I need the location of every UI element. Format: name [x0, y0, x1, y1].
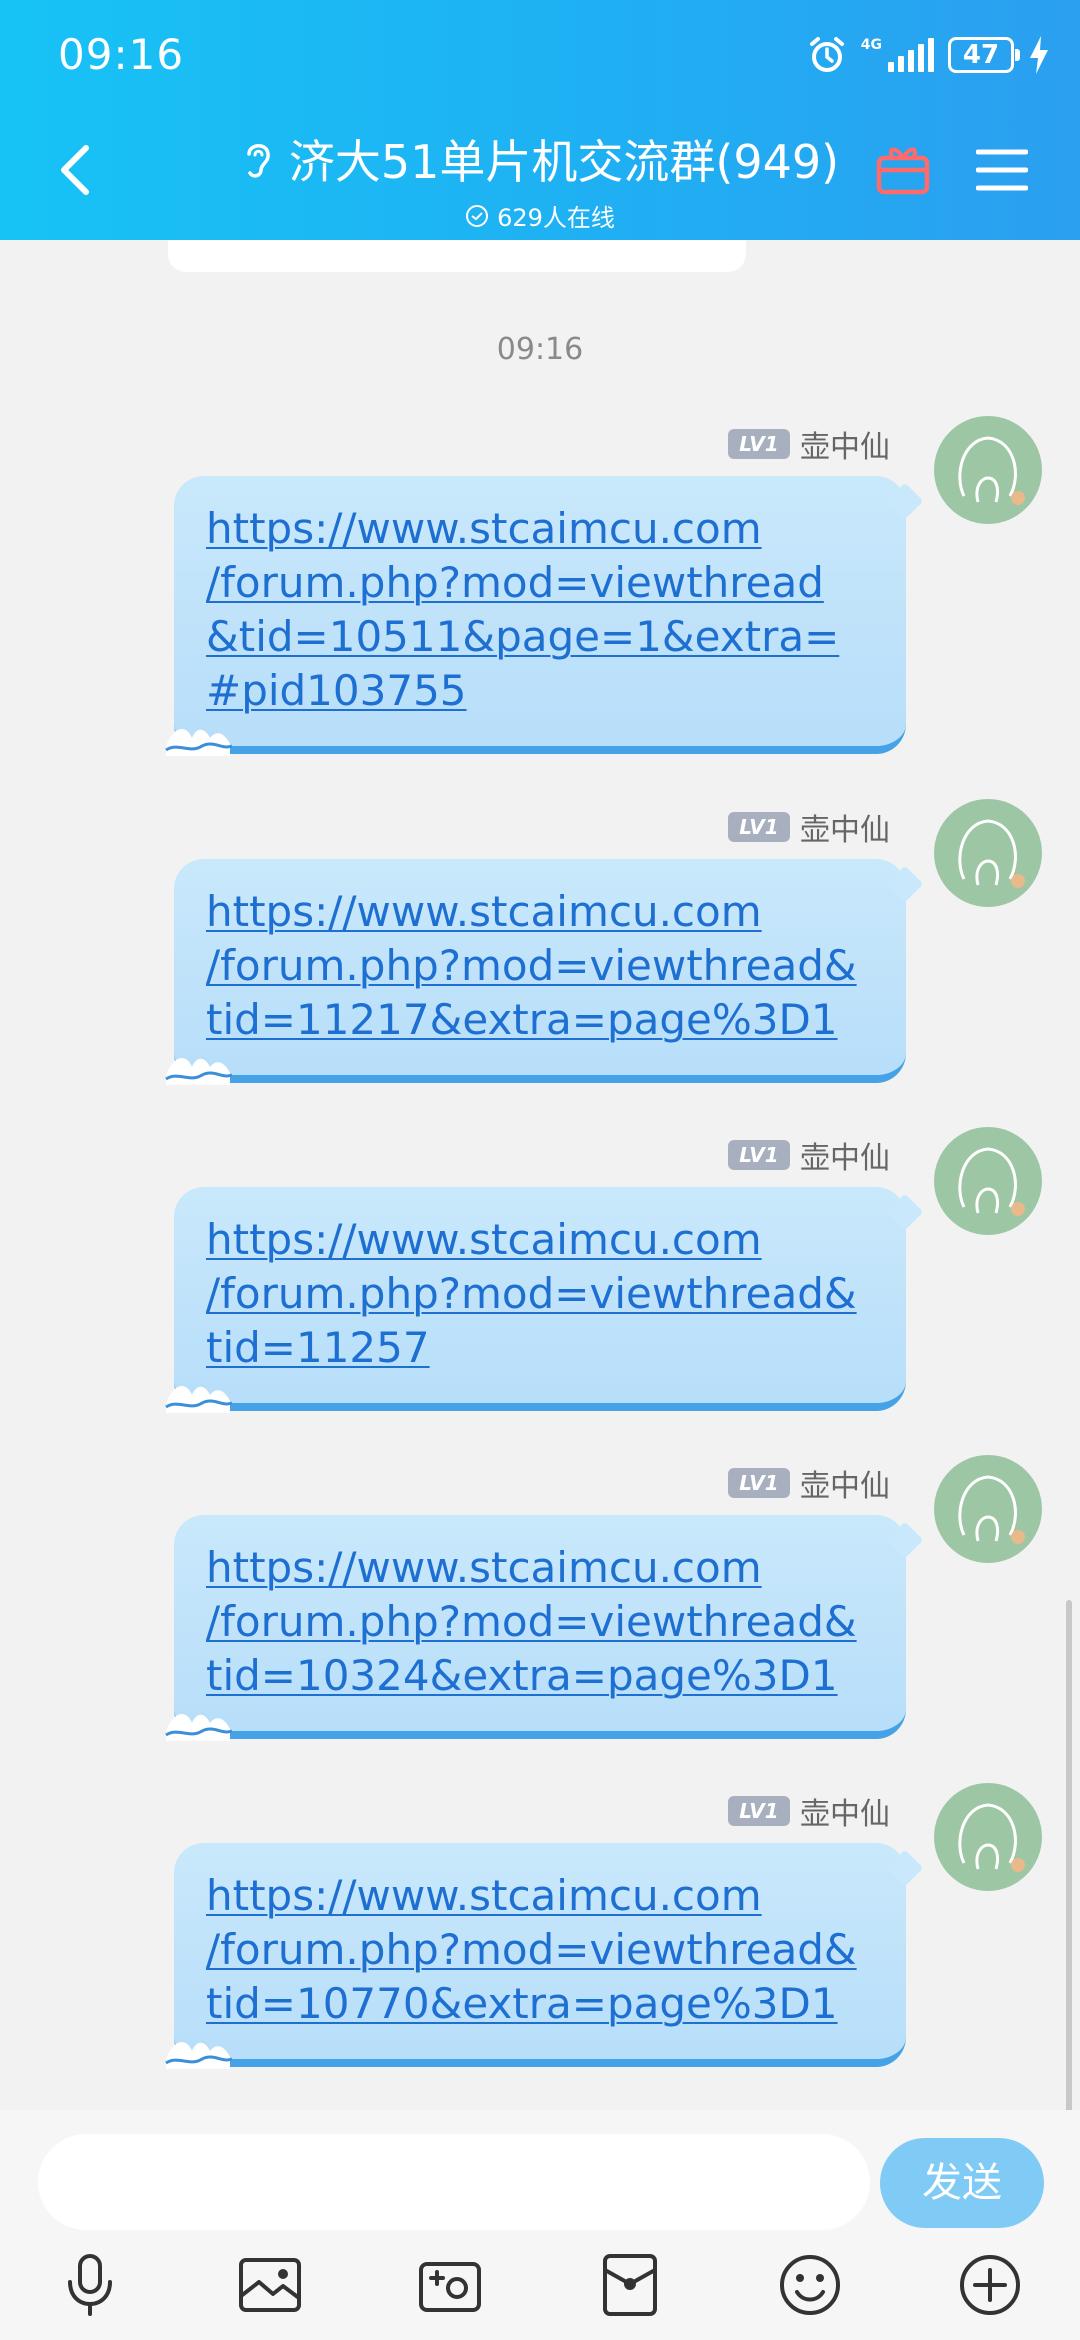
link-line[interactable]: /forum.php?mod=viewthread& — [206, 1595, 876, 1649]
message-bubble[interactable]: https://www.stcaimcu.com /forum.php?mod=… — [165, 1843, 906, 2069]
sender-info: LV1 壶中仙 — [728, 422, 890, 466]
chat-messages[interactable]: 09:16 LV1 壶中仙 https://www.stcaimcu.com /… — [0, 240, 1080, 2110]
message-timestamp: 09:16 — [496, 332, 584, 367]
avatar[interactable] — [934, 1783, 1042, 1891]
battery-level: 47 — [962, 40, 1000, 70]
input-toolbar — [0, 2250, 1080, 2330]
link-line[interactable]: /forum.php?mod=viewthread — [206, 556, 876, 610]
microphone-icon[interactable] — [55, 2250, 125, 2320]
sender-name[interactable]: 壶中仙 — [800, 422, 890, 466]
camera-icon[interactable] — [415, 2250, 485, 2320]
level-badge: LV1 — [728, 1796, 790, 1826]
level-badge: LV1 — [728, 1468, 790, 1498]
sender-name[interactable]: 壶中仙 — [800, 1133, 890, 1177]
link-line[interactable]: /forum.php?mod=viewthread& — [206, 1267, 876, 1321]
link-line[interactable]: tid=11257 — [206, 1321, 876, 1375]
level-badge: LV1 — [728, 812, 790, 842]
avatar[interactable] — [934, 416, 1042, 524]
ear-icon — [247, 144, 270, 178]
wave-decoration-icon — [165, 1385, 233, 1413]
group-title: 济大51单片机交流群(949) — [288, 135, 840, 189]
wave-decoration-icon — [165, 1713, 233, 1741]
menu-icon[interactable] — [976, 148, 1028, 192]
red-packet-icon[interactable] — [595, 2250, 665, 2320]
message-bubble[interactable]: https://www.stcaimcu.com /forum.php?mod=… — [165, 1515, 906, 1741]
link-line[interactable]: /forum.php?mod=viewthread& — [206, 1923, 876, 1977]
network-label: 4G — [860, 37, 882, 53]
link-line[interactable]: tid=10770&extra=page%3D1 — [206, 1977, 876, 2031]
message-input[interactable] — [38, 2134, 870, 2230]
sender-info: LV1 壶中仙 — [728, 1461, 890, 1505]
link-line[interactable]: /forum.php?mod=viewthread& — [206, 939, 876, 993]
avatar[interactable] — [934, 1127, 1042, 1235]
link-line[interactable]: tid=10324&extra=page%3D1 — [206, 1649, 876, 1703]
link-line[interactable]: tid=11217&extra=page%3D1 — [206, 993, 876, 1047]
avatar[interactable] — [934, 799, 1042, 907]
online-icon — [466, 204, 489, 227]
link-line[interactable]: https://www.stcaimcu.com — [206, 502, 876, 556]
wave-decoration-icon — [165, 728, 233, 756]
link-line[interactable]: https://www.stcaimcu.com — [206, 1541, 876, 1595]
message-bubble[interactable]: https://www.stcaimcu.com /forum.php?mod=… — [165, 1187, 906, 1413]
sender-info: LV1 壶中仙 — [728, 1789, 890, 1833]
link-line[interactable]: https://www.stcaimcu.com — [206, 885, 876, 939]
link-line[interactable]: https://www.stcaimcu.com — [206, 1213, 876, 1267]
emoji-icon[interactable] — [775, 2250, 845, 2320]
charging-icon — [1030, 36, 1048, 74]
level-badge: LV1 — [728, 1140, 790, 1170]
image-icon[interactable] — [235, 2250, 305, 2320]
link-line[interactable]: https://www.stcaimcu.com — [206, 1869, 876, 1923]
sender-name[interactable]: 壶中仙 — [800, 1461, 890, 1505]
chat-header: 09:16 4G 47 济大51单片机交流群(949) 629人在线 — [0, 0, 1080, 240]
link-line[interactable]: #pid103755 — [206, 664, 876, 718]
online-count: 629人在线 — [497, 204, 615, 232]
status-bar: 09:16 4G 47 — [0, 0, 1080, 110]
wave-decoration-icon — [165, 2041, 233, 2069]
message-bubble[interactable]: https://www.stcaimcu.com /forum.php?mod=… — [165, 476, 906, 756]
sender-info: LV1 壶中仙 — [728, 1133, 890, 1177]
plus-icon[interactable] — [955, 2250, 1025, 2320]
sender-name[interactable]: 壶中仙 — [800, 805, 890, 849]
message-bubble[interactable]: https://www.stcaimcu.com /forum.php?mod=… — [165, 859, 906, 1085]
alarm-icon — [809, 37, 844, 72]
chat-scrollbar[interactable] — [1066, 1600, 1072, 2110]
battery-icon: 47 — [948, 37, 1020, 73]
status-time: 09:16 — [58, 30, 185, 79]
send-button[interactable]: 发送 — [880, 2138, 1044, 2228]
sender-name[interactable]: 壶中仙 — [800, 1789, 890, 1833]
link-line[interactable]: &tid=10511&page=1&extra= — [206, 610, 876, 664]
avatar[interactable] — [934, 1455, 1042, 1563]
sender-info: LV1 壶中仙 — [728, 805, 890, 849]
status-icons: 4G 47 — [807, 30, 1050, 80]
previous-message-bubble[interactable] — [168, 240, 746, 272]
signal-icon: 4G — [861, 38, 934, 72]
gift-icon[interactable] — [874, 140, 932, 198]
wave-decoration-icon — [165, 1057, 233, 1085]
level-badge: LV1 — [728, 429, 790, 459]
input-area: 发送 — [0, 2110, 1080, 2340]
